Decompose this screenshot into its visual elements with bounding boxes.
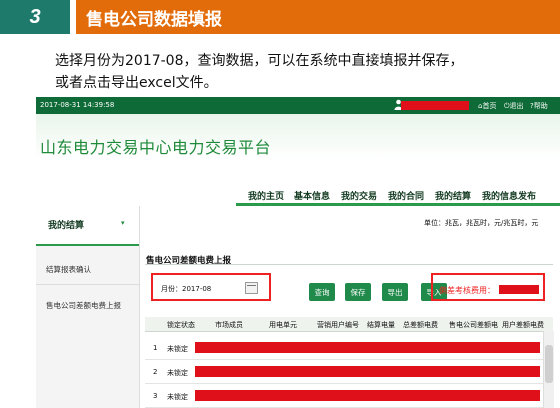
sidebar-item-fee-upload[interactable]: 售电公司差额电费上报 [46,300,121,311]
th-lock-status: 锁定状态 [167,321,195,329]
table-row[interactable]: 2 未锁定 [145,361,553,384]
nav-my-contracts[interactable]: 我的合同 [388,189,424,202]
fee-value-redacted [499,285,539,294]
table-row[interactable]: 1 未锁定 [145,337,553,360]
instruction-line-1: 选择月份为2017-08，查询数据，可以在系统中直接填报并保存， [55,53,464,69]
nav-my-settlement[interactable]: 我的结算 [435,189,471,202]
deviation-fee-label: 偏差考核费用： [439,286,495,295]
system-screenshot: 2017-08-31 14:39:58 ⌂首页 ⏻退出 ?帮助 山东电力交易中心… [36,97,560,408]
month-field[interactable]: 月份：2017-08 [161,284,211,294]
sidebar-item-report-confirm[interactable]: 结算报表确认 [46,264,91,275]
datetime-label: 2017-08-31 14:39:58 [40,101,115,109]
th-power-unit: 用电单元 [269,321,297,329]
scroll-thumb[interactable] [545,345,553,383]
username-redacted [401,101,469,110]
th-market-member: 市场成员 [215,321,243,329]
step-title: 售电公司数据填报 [76,0,560,34]
row-redacted [195,366,540,377]
instruction-text: 选择月份为2017-08，查询数据，可以在系统中直接填报并保存， 或者点击导出e… [55,50,555,94]
month-highlight: 月份：2017-08 [151,273,271,301]
home-link[interactable]: ⌂首页 [478,101,496,111]
sidebar-header[interactable]: 我的结算 ▾ [36,206,139,246]
fee-panel: 月份：2017-08 查询 保存 导出 导入 偏差考核费用： 锁定状态 市场成员… [145,264,554,408]
nav-underline [236,203,560,206]
th-marketing-user-no: 营销用户编号 [317,321,359,329]
th-total-diff-fee: 总差额电费 [403,321,438,329]
th-user-diff-fee: 用户差额电费 [502,321,544,329]
unit-label: 单位：兆瓦，兆瓦时，元/兆瓦时，元 [424,219,539,227]
row-lock-status: 未锁定 [167,369,188,377]
help-link[interactable]: ?帮助 [530,101,548,111]
query-button[interactable]: 查询 [309,283,335,301]
platform-title: 山东电力交易中心电力交易平台 [40,138,272,157]
th-retailer-diff-fee: 售电公司差额电 [449,321,498,329]
row-lock-status: 未锁定 [167,393,188,401]
export-button[interactable]: 导出 [382,283,408,301]
deviation-fee-highlight: 偏差考核费用： [431,273,545,301]
th-settled-energy: 结算电量 [367,321,395,329]
table-header: 锁定状态 市场成员 用电单元 营销用户编号 结算电量 总差额电费 售电公司差额电… [145,317,553,332]
table-row[interactable]: 3 未锁定 [145,385,553,408]
nav-basic-info[interactable]: 基本信息 [294,189,330,202]
row-redacted [195,390,540,401]
row-redacted [195,342,540,353]
row-number: 2 [153,368,158,376]
row-number: 3 [153,392,158,400]
row-number: 1 [153,344,158,352]
nav-my-publications[interactable]: 我的信息发布 [482,189,536,202]
sidebar-divider [36,284,139,285]
table-scrollbar[interactable] [543,331,554,408]
instruction-line-2: 或者点击导出excel文件。 [55,75,218,91]
logout-link[interactable]: ⏻退出 [504,101,524,111]
top-bar: 2017-08-31 14:39:58 ⌂首页 ⏻退出 ?帮助 [36,97,560,114]
sidebar-section-title: 我的结算 [48,221,85,231]
row-lock-status: 未锁定 [167,345,188,353]
chevron-down-icon: ▾ [121,219,125,227]
calendar-icon[interactable] [245,282,258,294]
nav-my-trades[interactable]: 我的交易 [341,189,377,202]
save-button[interactable]: 保存 [345,283,371,301]
nav-home[interactable]: 我的主页 [248,189,284,202]
sidebar: 我的结算 ▾ 结算报表确认 售电公司差额电费上报 [36,206,140,408]
step-number: 3 [0,0,70,34]
